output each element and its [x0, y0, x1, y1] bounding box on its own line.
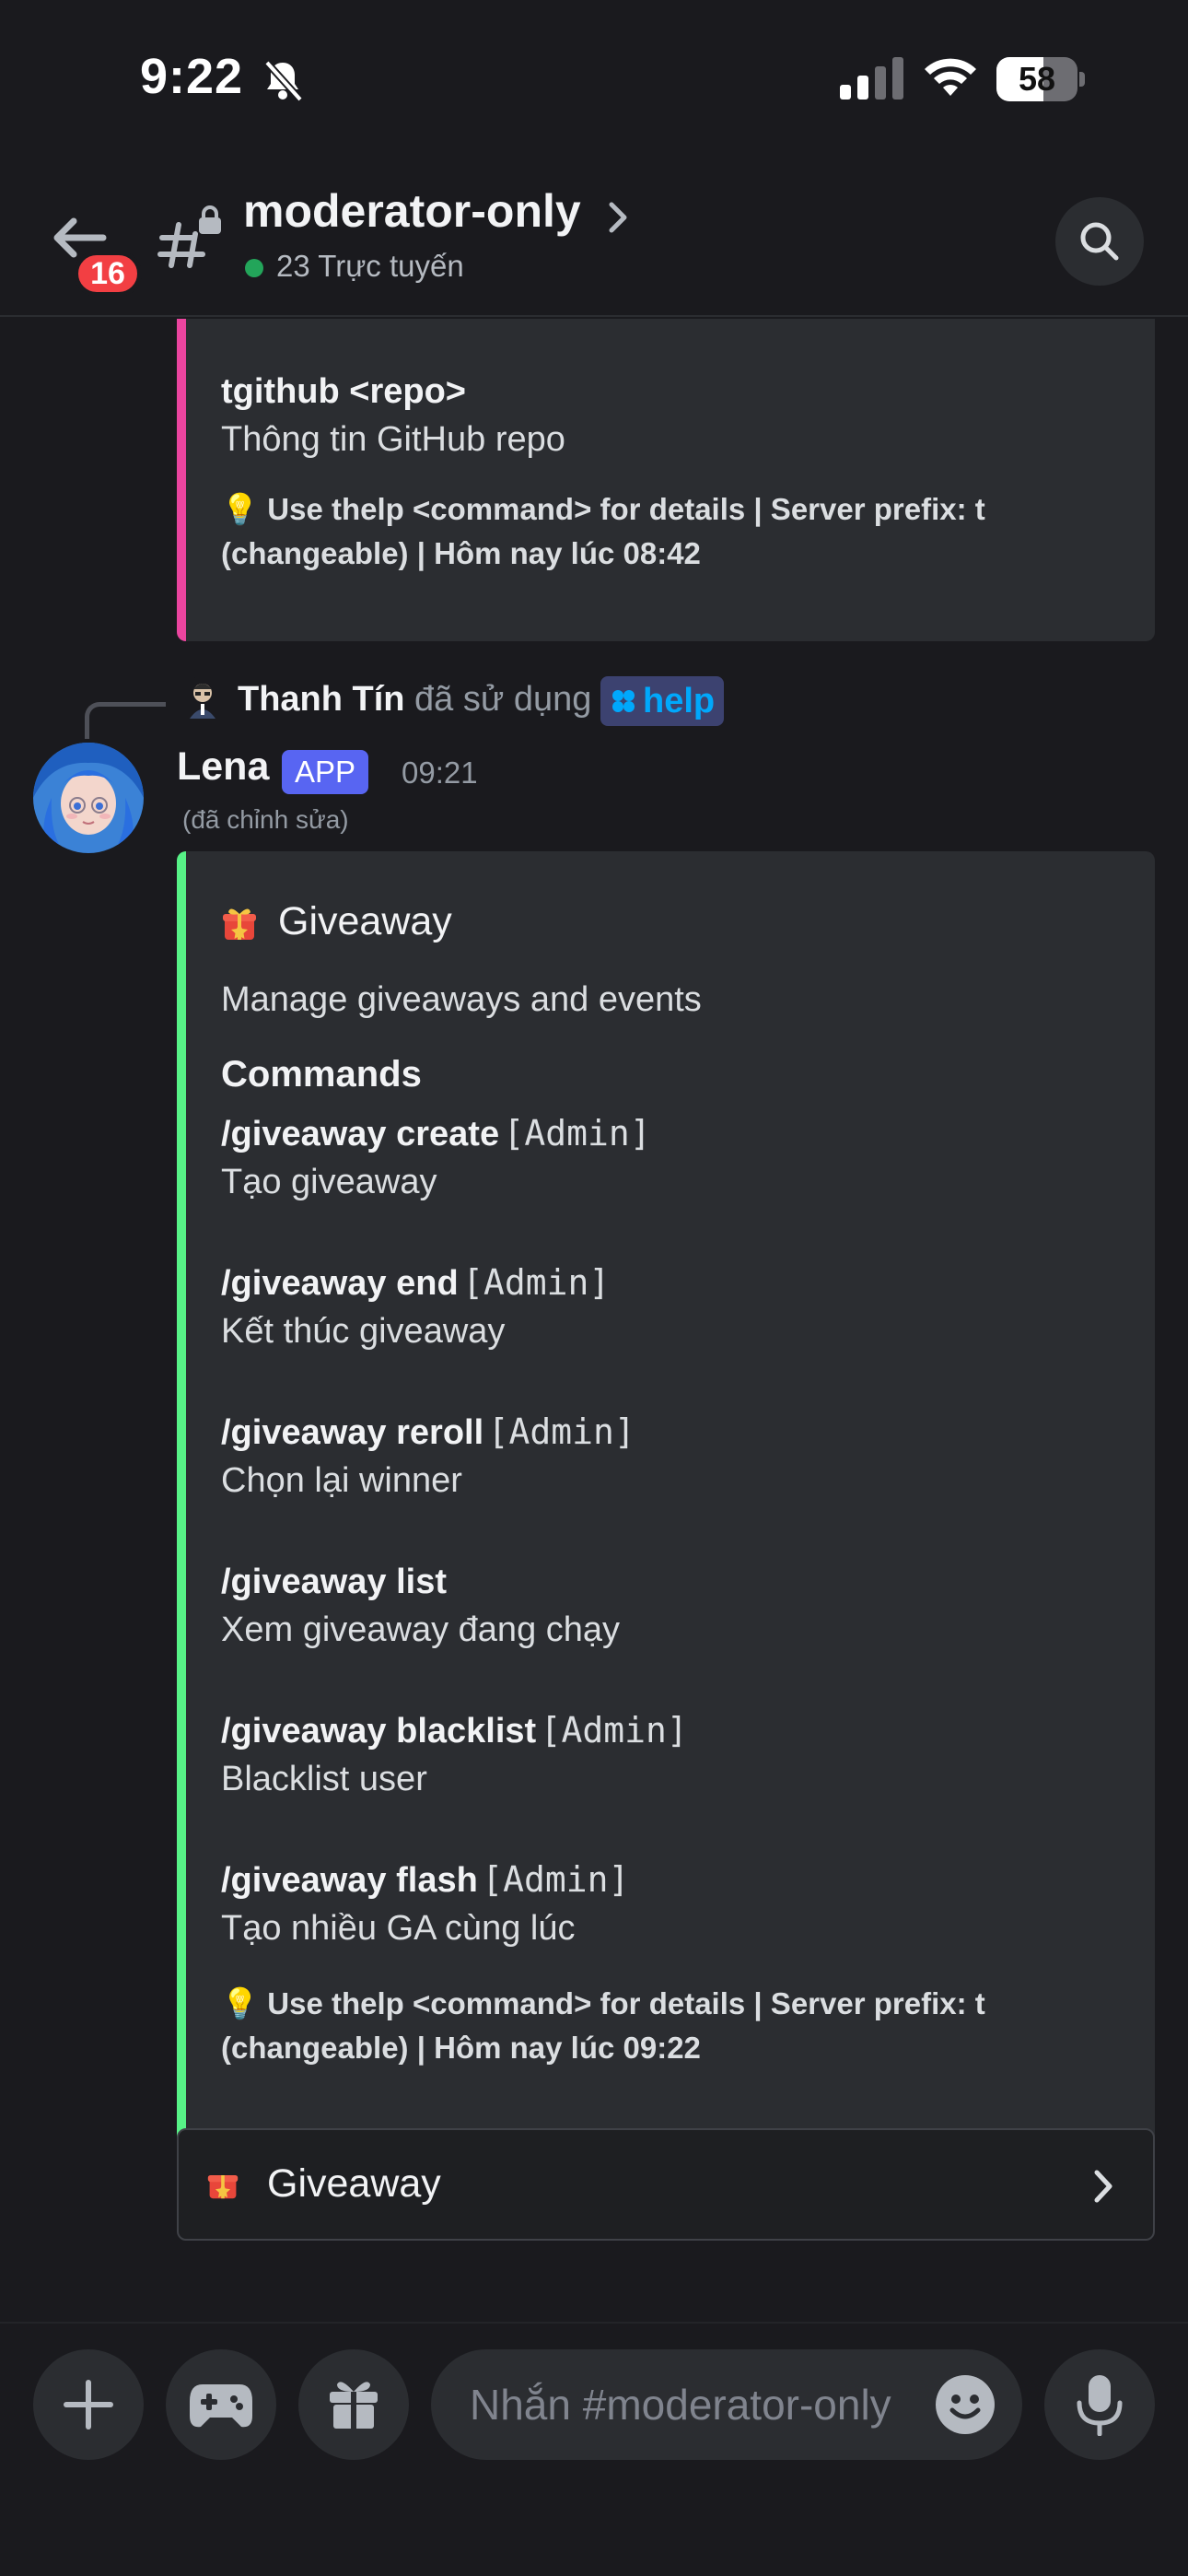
command-name: /giveaway blacklist [221, 1712, 537, 1751]
command-name: /giveaway create [221, 1115, 500, 1153]
gift-icon [223, 908, 256, 940]
activities-button[interactable] [166, 2349, 276, 2460]
channel-header: 16 moderator-only 23 Trực tuyến [0, 157, 1188, 317]
message-input-wrapper [431, 2349, 1022, 2460]
command-entry: /giveaway reroll [Admin] [221, 1411, 635, 1453]
embed-color-bar [177, 851, 186, 2154]
embed-section-title: Commands [221, 1054, 422, 1095]
bot-avatar-image [33, 743, 144, 853]
locked-hash-icon [157, 205, 221, 268]
reply-spine [85, 702, 166, 739]
gamepad-icon [190, 2384, 252, 2428]
app-tag: APP [282, 750, 369, 794]
message-composer [0, 2322, 1188, 2576]
emoji-button[interactable] [936, 2375, 995, 2434]
voice-message-button[interactable] [1044, 2349, 1155, 2460]
message-list: tgithub <repo> Thông tin GitHub repo 💡 U… [0, 319, 1188, 2322]
giveaway-select-button[interactable]: Giveaway [177, 2128, 1155, 2241]
chevron-right-icon[interactable] [604, 197, 632, 238]
embed-footer: (changeable) | Hôm nay lúc 08:42 [221, 536, 701, 570]
microphone-icon [1077, 2375, 1123, 2436]
command-entry: /giveaway flash [Admin] [221, 1859, 629, 1901]
status-bar: 9:22 58 [0, 0, 1188, 157]
command-tag: [Admin] [503, 1113, 651, 1153]
edited-label: (đã chỉnh sửa) [182, 805, 349, 834]
command-tag: [Admin] [487, 1411, 635, 1452]
gift-button[interactable] [298, 2349, 409, 2460]
command-name: /giveaway reroll [221, 1413, 484, 1452]
slash-command-name: help [643, 681, 716, 720]
embed-color-bar [177, 319, 186, 641]
help-embed: Giveaway Manage giveaways and events Com… [177, 851, 1155, 2154]
battery-percent: 58 [1018, 60, 1056, 98]
online-count: 23 Trực tuyến [276, 249, 464, 283]
plus-icon [64, 2380, 113, 2430]
message-author[interactable]: Lena [177, 744, 269, 790]
online-status-dot [245, 259, 263, 277]
command-description: Kết thúc giveaway [221, 1312, 506, 1351]
embed-description: Manage giveaways and events [221, 980, 702, 1019]
slash-command-pill[interactable]: help [600, 676, 725, 726]
command-entry: /giveaway end [Admin] [221, 1262, 610, 1304]
search-icon [1080, 222, 1119, 261]
user-avatar-small[interactable] [181, 676, 225, 720]
command-description: Xem giveaway đang chạy [221, 1610, 621, 1649]
message-timestamp: 09:21 [402, 755, 478, 790]
app-command-icon [612, 690, 635, 712]
reply-username[interactable]: Thanh Tín [238, 680, 405, 720]
command-description: Tạo nhiều GA cùng lúc [221, 1909, 576, 1948]
command-tag: [Admin] [540, 1710, 688, 1751]
embed-footer: (changeable) | Hôm nay lúc 09:22 [221, 2031, 701, 2065]
command-entry: /giveaway blacklist [Admin] [221, 1710, 688, 1751]
embed-title: Giveaway [278, 899, 452, 943]
command-entry: /giveaway list [221, 1561, 447, 1602]
status-time: 9:22 [140, 49, 244, 104]
command-name: /giveaway list [221, 1563, 448, 1601]
message-input[interactable] [470, 2349, 930, 2460]
embed-command: tgithub <repo> [221, 372, 466, 411]
command-tag: [Admin] [462, 1262, 611, 1303]
add-attachment-button[interactable] [33, 2349, 144, 2460]
reply-action-text: đã sử dụng [414, 680, 592, 719]
command-description: Blacklist user [221, 1760, 427, 1798]
chevron-right-icon [1094, 2170, 1112, 2203]
command-description: Chọn lại winner [221, 1461, 462, 1500]
embed-command-description: Thông tin GitHub repo [221, 420, 565, 459]
previous-embed: tgithub <repo> Thông tin GitHub repo 💡 U… [177, 319, 1155, 641]
command-tag: [Admin] [482, 1859, 630, 1900]
avatar[interactable] [33, 743, 144, 853]
command-entry: /giveaway create [Admin] [221, 1113, 651, 1154]
silent-bell-icon [264, 60, 303, 102]
component-label: Giveaway [267, 2161, 441, 2206]
command-name: /giveaway flash [221, 1861, 478, 1900]
search-button[interactable] [1055, 197, 1144, 286]
gift-icon [330, 2382, 378, 2429]
command-description: Tạo giveaway [221, 1163, 437, 1201]
cellular-signal-icon [840, 57, 903, 100]
battery-indicator: 58 [996, 57, 1085, 101]
embed-footer: 💡 Use thelp <command> for details | Serv… [221, 492, 985, 526]
emoji-icon [949, 2395, 981, 2419]
channel-title[interactable]: moderator-only [243, 184, 581, 238]
wifi-icon [925, 58, 976, 96]
embed-footer: 💡 Use thelp <command> for details | Serv… [221, 1986, 985, 2020]
gift-icon [207, 2175, 239, 2199]
unread-badge: 16 [74, 251, 142, 297]
command-name: /giveaway end [221, 1264, 459, 1303]
